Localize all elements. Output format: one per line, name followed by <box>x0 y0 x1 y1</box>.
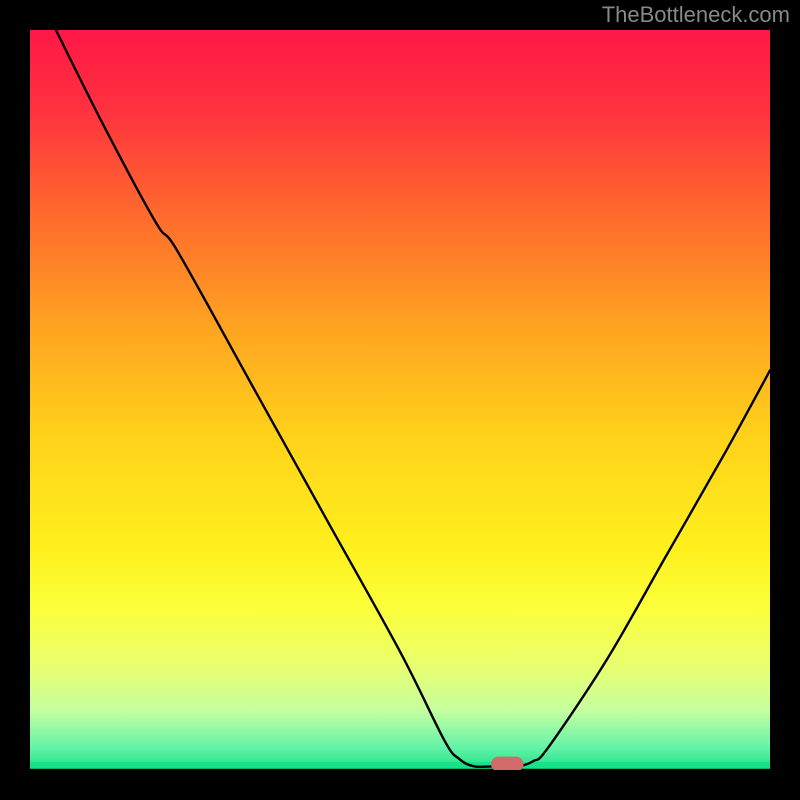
bottleneck-chart <box>30 30 770 770</box>
watermark-text: TheBottleneck.com <box>602 2 790 28</box>
chart-container: TheBottleneck.com <box>0 0 800 800</box>
plot-area <box>30 30 770 770</box>
